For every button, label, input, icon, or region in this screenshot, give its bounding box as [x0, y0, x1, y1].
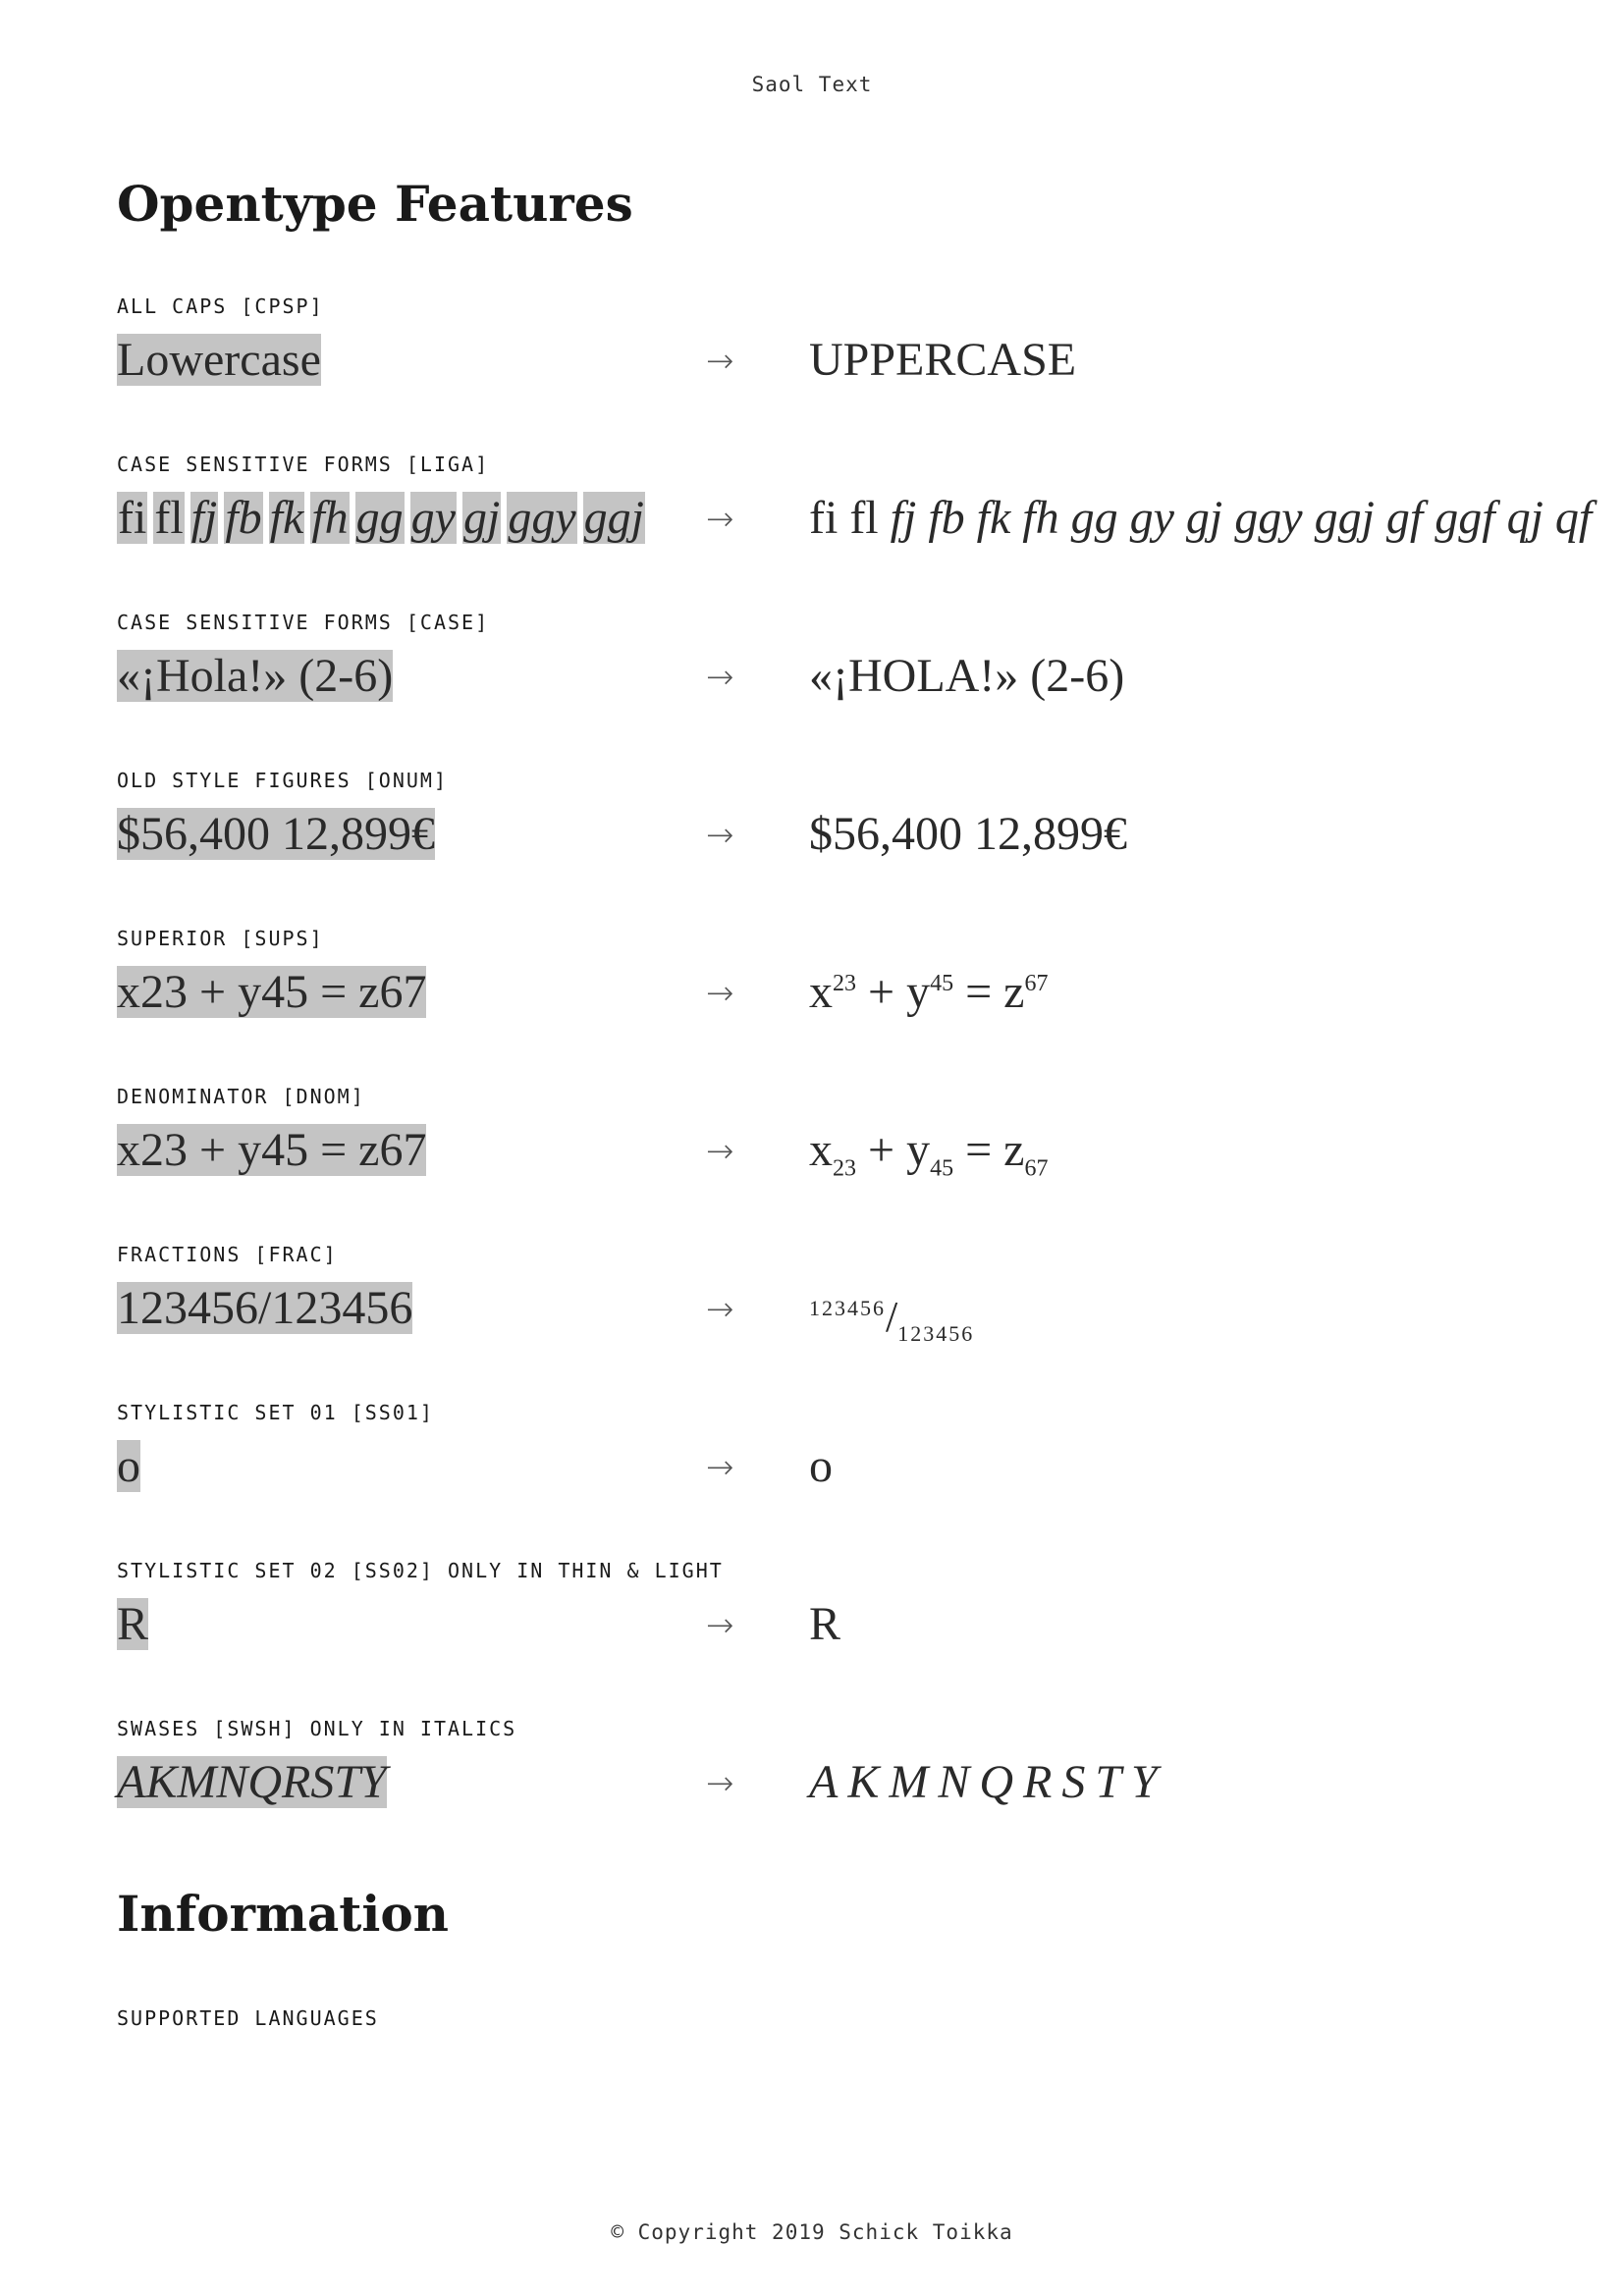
- feature-row-onum: OLD STYLE FIGURES [ONUM] $56,400 12,899€…: [117, 769, 1531, 877]
- feature-result: fi fl fj fb fk fh gg gy gj ggy ggj gf gg…: [809, 494, 1592, 543]
- feature-sample: «¡Hola!» (2-6): [117, 650, 394, 702]
- result-var: z: [1003, 966, 1025, 1018]
- feature-sample: fi fl fj fb fk fh gg gy gj ggy ggj: [117, 492, 651, 544]
- arrow-right-icon: →: [706, 1606, 734, 1645]
- feature-row-cpsp: ALL CAPS [CPSP] Lowercase → UPPERCASE: [117, 294, 1531, 402]
- fraction-denominator: 123456: [897, 1321, 975, 1346]
- sample-highlight: fl: [153, 492, 185, 544]
- feature-result: «¡HOLA!» (2-6): [809, 650, 1125, 702]
- arrow-right-icon: →: [706, 1764, 734, 1803]
- feature-label: CASE SENSITIVE FORMS [CASE]: [117, 611, 490, 634]
- result-denominator: 23: [833, 1155, 856, 1182]
- feature-sample: o: [117, 1440, 140, 1492]
- feature-label: OLD STYLE FIGURES [ONUM]: [117, 769, 448, 792]
- feature-row-dnom: DENOMINATOR [DNOM] x23 + y45 = z67 → x23…: [117, 1085, 1531, 1193]
- result-var: y: [906, 966, 931, 1018]
- feature-result: x23 + y45 = z67: [809, 1124, 1048, 1181]
- feature-result: 123456/123456: [809, 1284, 974, 1346]
- arrow-right-icon: →: [706, 658, 734, 697]
- feature-label: STYLISTIC SET 01 [SS01]: [117, 1401, 434, 1424]
- arrow-right-icon: →: [706, 816, 734, 855]
- feature-sample: 123456/123456: [117, 1282, 413, 1334]
- sample-highlight: gj: [461, 492, 502, 544]
- feature-sample: Lowercase: [117, 334, 321, 386]
- sample-highlight: fb: [224, 492, 263, 544]
- sample-highlight: fk: [268, 492, 305, 544]
- result-op: +: [856, 1124, 907, 1176]
- sample-highlight: ggj: [582, 492, 645, 544]
- feature-row-sups: SUPERIOR [SUPS] x23 + y45 = z67 → x23 + …: [117, 927, 1531, 1035]
- arrow-right-icon: →: [706, 342, 734, 381]
- feature-sample: x23 + y45 = z67: [117, 966, 427, 1018]
- result-op: =: [953, 1124, 1004, 1176]
- feature-result: R: [809, 1598, 841, 1650]
- feature-result: UPPERCASE: [809, 334, 1077, 386]
- feature-label: SUPERIOR [SUPS]: [117, 927, 324, 950]
- sample-highlight: ggy: [507, 492, 577, 544]
- feature-row-case: CASE SENSITIVE FORMS [CASE] «¡Hola!» (2-…: [117, 611, 1531, 719]
- arrow-right-icon: →: [706, 1448, 734, 1487]
- feature-result: o: [809, 1440, 833, 1492]
- feature-sample: AKMNQRSTY: [117, 1756, 387, 1808]
- supported-languages-label: SUPPORTED LANGUAGES: [117, 2006, 379, 2030]
- arrow-right-icon: →: [706, 1132, 734, 1171]
- feature-result: $56,400 12,899€: [809, 808, 1127, 860]
- sample-highlight: R: [117, 1598, 149, 1650]
- sample-highlight: $56,400 12,899€: [117, 808, 435, 860]
- sample-highlight: fj: [189, 492, 219, 544]
- feature-row-liga: CASE SENSITIVE FORMS [LIGA] fi fl fj fb fk fh…: [117, 453, 1592, 561]
- sample-highlight: 123456/123456: [117, 1282, 413, 1334]
- page-header-title: Saol Text: [751, 73, 873, 96]
- result-superior: 23: [833, 971, 856, 996]
- arrow-right-icon: →: [706, 500, 734, 539]
- result-var: x: [809, 1124, 833, 1176]
- result-op: +: [856, 966, 907, 1018]
- feature-sample: x23 + y45 = z67: [117, 1124, 427, 1176]
- result-superior: 67: [1024, 971, 1049, 996]
- sample-highlight: AKMNQRSTY: [117, 1756, 387, 1808]
- result-italic: fj fb fk fh gg gy gj ggy ggj gf ggf qj q…: [890, 492, 1593, 544]
- feature-label: CASE SENSITIVE FORMS [LIGA]: [117, 453, 490, 476]
- result-roman: fi fl: [809, 492, 891, 544]
- sample-highlight: o: [117, 1440, 140, 1492]
- arrow-right-icon: →: [706, 1290, 734, 1329]
- feature-row-ss01: STYLISTIC SET 01 [SS01] o → o: [117, 1401, 1531, 1509]
- result-op: =: [953, 966, 1004, 1018]
- feature-result: x23 + y45 = z67: [809, 968, 1048, 1017]
- feature-label: ALL CAPS [CPSP]: [117, 294, 324, 318]
- fraction-slash: /: [886, 1293, 898, 1341]
- sample-highlight: gy: [409, 492, 457, 544]
- sample-highlight: x23 + y45 = z67: [117, 966, 427, 1018]
- sample-highlight: gg: [354, 492, 405, 544]
- fraction-numerator: 123456: [809, 1296, 886, 1320]
- section-heading-information: Information: [117, 1885, 450, 1943]
- feature-row-swsh: SWASES [SWSH] ONLY IN ITALICS AKMNQRSTY …: [117, 1717, 1531, 1825]
- sample-highlight: x23 + y45 = z67: [117, 1124, 427, 1176]
- feature-label: STYLISTIC SET 02 [SS02] ONLY IN THIN & L…: [117, 1559, 724, 1582]
- result-var: z: [1003, 1124, 1025, 1176]
- sample-highlight: fi: [117, 492, 148, 544]
- feature-sample: R: [117, 1598, 149, 1650]
- feature-label: FRACTIONS [FRAC]: [117, 1243, 338, 1266]
- footer-copyright: © Copyright 2019 Schick Toikka: [611, 2220, 1013, 2244]
- result-denominator: 45: [930, 1155, 954, 1182]
- feature-row-frac: FRACTIONS [FRAC] 123456/123456 → 123456/…: [117, 1243, 1531, 1351]
- feature-result: AKMNQRSTY: [809, 1756, 1167, 1808]
- feature-row-ss02: STYLISTIC SET 02 [SS02] ONLY IN THIN & L…: [117, 1559, 1531, 1667]
- feature-sample: $56,400 12,899€: [117, 808, 435, 860]
- result-superior: 45: [930, 971, 954, 996]
- feature-label: DENOMINATOR [DNOM]: [117, 1085, 365, 1108]
- sample-highlight: «¡Hola!» (2-6): [117, 650, 394, 702]
- result-var: x: [809, 966, 833, 1018]
- result-denominator: 67: [1024, 1155, 1049, 1182]
- sample-highlight: fh: [310, 492, 350, 544]
- feature-label: SWASES [SWSH] ONLY IN ITALICS: [117, 1717, 517, 1740]
- sample-highlight: Lowercase: [117, 334, 321, 386]
- arrow-right-icon: →: [706, 974, 734, 1013]
- section-heading-opentype: Opentype Features: [117, 175, 633, 233]
- result-var: y: [906, 1124, 931, 1176]
